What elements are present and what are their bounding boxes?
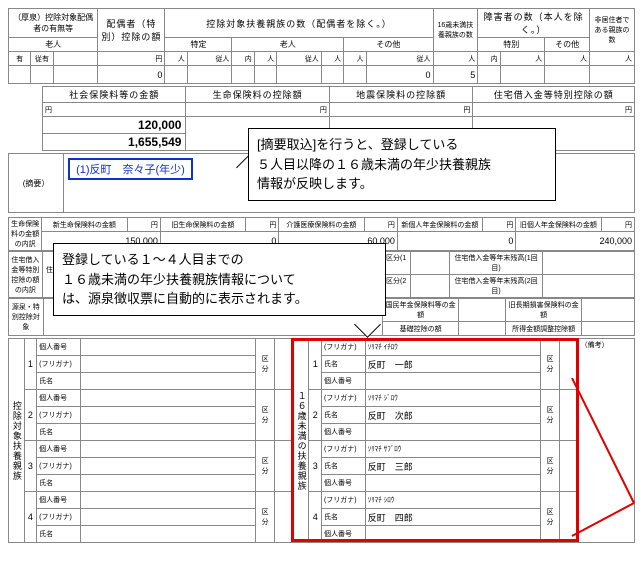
kubun-label: 区分: [256, 441, 275, 492]
kojinbangou-label: 個人番号: [37, 339, 81, 356]
spouse-ari-label: 有: [9, 52, 31, 66]
furigana-label: (フリガナ): [321, 441, 365, 458]
seimei-uchiwake-label: 生命保険料の金額の内訳: [9, 218, 42, 251]
kojinbangou-label: 個人番号: [37, 441, 81, 458]
callout-2: 登録している１～４人目までの １６歳未満の年少扶養親族情報について は、源泉徴収…: [53, 243, 386, 316]
shin-seimei-label: 新生命保険料の金額: [42, 218, 127, 232]
dep16-index: 4: [309, 492, 322, 543]
shimei-label-l: 氏名: [37, 373, 81, 390]
dep-name: 反町 四郎: [365, 509, 540, 526]
dep16-index: 2: [309, 390, 322, 441]
furigana-label-l: (フリガナ): [37, 509, 81, 526]
tekiyou-content: (1)反町 奈々子(年少): [68, 158, 193, 180]
kojinbangou-label-r: 個人番号: [321, 424, 365, 441]
top-header-table: （厚泉）控除対象配偶者の有無等 配偶者（特別）控除の額 控除対象扶養親族の数（配…: [8, 8, 635, 84]
dep-furigana: ｿﾘﾏﾁ ｼﾞﾛｳ: [365, 390, 540, 407]
disabled-tokubetsu: 特別: [478, 38, 545, 52]
dep-rojin: 老人: [232, 38, 344, 52]
dep-index: 3: [24, 441, 37, 492]
dep-tokutei: 特定: [165, 38, 232, 52]
spouse-sub-rojin: 老人: [9, 38, 98, 52]
dep-furigana: ｿﾘﾏﾁ ｼﾛｳ: [365, 492, 540, 509]
furigana-label: (フリガナ): [321, 339, 365, 356]
dep-index: 1: [24, 339, 37, 390]
disabled-sonota: その他: [545, 38, 590, 52]
kojinbangou-label-r: 個人番号: [321, 526, 365, 543]
kokumin-nenkin-label: 国民年金保険料等の金額: [382, 299, 458, 322]
dep-right-header: １６歳未満の扶養親族: [293, 339, 309, 543]
furigana-label-l: (フリガナ): [37, 407, 81, 424]
kubun-label: 区分: [256, 339, 275, 390]
dep-name: 反町 三郎: [365, 458, 540, 475]
spouse-juuyou-label: 従有: [31, 52, 53, 66]
juutaku-breakdown-label: 住宅借入金等特別控除の額の内訳: [9, 252, 43, 298]
furigana-label-l: (フリガナ): [37, 356, 81, 373]
dep16-index: 3: [309, 441, 322, 492]
nonresident-header: 非居住者である親族の数: [589, 9, 634, 52]
kojinbangou-label-r: 個人番号: [321, 373, 365, 390]
kyuchouki-label: 旧長期損害保険料の金額: [505, 299, 581, 322]
tekiyou-label: (摘要）: [9, 154, 64, 213]
shimei-label: 氏名: [321, 458, 365, 475]
dependents-table: 控除対象扶養親族 1 個人番号 区分 １６歳未満の扶養親族 1 (フリガナ) ｿ…: [8, 338, 635, 543]
furigana-label-l: (フリガナ): [37, 458, 81, 475]
kubun-label: 区分: [256, 492, 275, 543]
kojinbangou-label-r: 個人番号: [321, 475, 365, 492]
furigana-label: (フリガナ): [321, 390, 365, 407]
shimei-label: 氏名: [321, 509, 365, 526]
shimei-label-l: 氏名: [37, 424, 81, 441]
kojinbangou-label: 個人番号: [37, 492, 81, 509]
seimei-label: 生命保険料の控除額: [186, 87, 329, 103]
kisokoujyo-label: 基礎控除の額: [382, 322, 458, 336]
dep-name: 反町 次郎: [365, 407, 540, 424]
amount2: 1,655,549: [42, 134, 185, 151]
callout-1: [摘要取込]を行うと、登録している ５人目以降の１６歳未満の年少扶養親族 情報が…: [248, 128, 556, 201]
dep-furigana: ｿﾘﾏﾁ ｻﾌﾞﾛｳ: [365, 441, 540, 458]
kojinbangou-label: 個人番号: [37, 390, 81, 407]
shakai-label: 社会保険料等の金額: [42, 87, 185, 103]
spouse-deduction-yen: 円: [98, 52, 165, 66]
shin-nenkin-val: 0: [397, 232, 516, 251]
dep-sonota-value: 0: [366, 66, 433, 84]
disabled-header: 障害者の数（本人を除く。）: [478, 9, 590, 38]
kyu-nenkin-label: 旧個人年金保険料の金額: [516, 218, 601, 232]
shimei-label: 氏名: [321, 407, 365, 424]
shimei-label-l: 氏名: [37, 526, 81, 543]
dep-index: 2: [24, 390, 37, 441]
amount1: 120,000: [42, 117, 185, 134]
kyu-nenkin-val: 240,000: [516, 232, 635, 251]
kyu-seimei-label: 旧生命保険料の金額: [160, 218, 245, 232]
under16-header: 16歳未満扶養親族の数: [433, 9, 478, 52]
juutaku-label: 住宅借入金等特別控除の額: [473, 87, 635, 103]
dep16-index: 1: [309, 339, 322, 390]
dep-name: 反町 一郎: [365, 356, 540, 373]
kubun-label: 区分: [256, 390, 275, 441]
dep-index: 4: [24, 492, 37, 543]
dependents-header: 控除対象扶養親族の数（配偶者を除く。）: [165, 9, 433, 38]
shin-nenkin-label: 新個人年金保険料の金額: [397, 218, 482, 232]
dep-sonota: その他: [344, 38, 433, 52]
spouse-deduction-header: 配偶者（特別）控除の額: [98, 9, 165, 52]
shimei-label: 氏名: [321, 356, 365, 373]
shotoku-label: 所得金額調整控除額: [505, 322, 581, 336]
kaigo-label: 介護医療保険料の金額: [279, 218, 364, 232]
jishin-label: 地震保険料の控除額: [329, 87, 472, 103]
spouse-header: （厚泉）控除対象配偶者の有無等: [9, 9, 98, 38]
spouse-deduction-value: 0: [98, 66, 165, 84]
wedge-lines: [554, 378, 639, 543]
shimei-label-l: 氏名: [37, 475, 81, 492]
dep-left-header: 控除対象扶養親族: [9, 339, 25, 543]
furigana-label: (フリガナ): [321, 492, 365, 509]
dep-furigana: ｿﾘﾏﾁ ｲﾁﾛｳ: [365, 339, 540, 356]
under16-value: 5: [433, 66, 478, 84]
